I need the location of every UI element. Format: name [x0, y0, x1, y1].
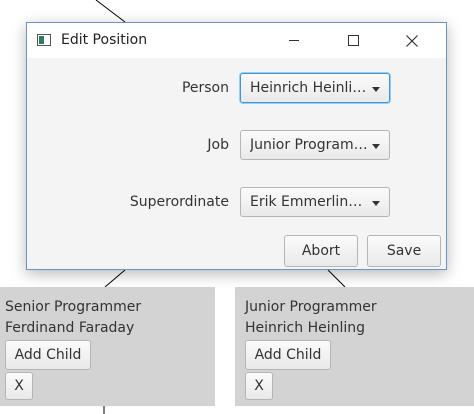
dropdown-arrow-icon	[372, 87, 380, 92]
dialog-title: Edit Position	[61, 32, 148, 48]
save-button[interactable]: Save	[367, 235, 441, 267]
add-child-button[interactable]: Add Child	[5, 340, 91, 370]
org-node-senior-programmer: Senior Programmer Ferdinand Faraday Add …	[0, 287, 215, 406]
superordinate-combobox[interactable]: Erik Emmerling T...	[240, 187, 390, 217]
connector-line-left	[104, 269, 126, 288]
add-child-button[interactable]: Add Child	[245, 340, 331, 370]
dropdown-arrow-icon	[372, 201, 380, 206]
app-window-icon	[37, 34, 51, 46]
minimize-button[interactable]	[271, 23, 317, 58]
maximize-button[interactable]	[330, 23, 376, 58]
abort-button[interactable]: Abort	[284, 235, 358, 267]
maximize-icon	[347, 35, 359, 46]
dialog-titlebar[interactable]: Edit Position	[27, 23, 446, 58]
close-button[interactable]	[389, 23, 435, 58]
edit-position-dialog: Edit Position Person Heinrich Heinling J…	[26, 22, 447, 270]
superordinate-label: Superordinate	[129, 194, 229, 210]
person-label: Person	[181, 80, 229, 96]
org-node-junior-programmer: Junior Programmer Heinrich Heinling Add …	[235, 287, 474, 406]
connector-line-right	[327, 269, 346, 288]
node-person-name: Ferdinand Faraday	[5, 320, 135, 336]
node-job-title: Senior Programmer	[5, 299, 142, 315]
person-combobox-value: Heinrich Heinling	[250, 80, 369, 96]
remove-node-button[interactable]: X	[5, 372, 33, 400]
close-icon	[406, 34, 418, 47]
person-combobox[interactable]: Heinrich Heinling	[240, 73, 390, 103]
job-label: Job	[207, 137, 229, 153]
superordinate-combobox-value: Erik Emmerling T...	[250, 194, 369, 210]
job-combobox[interactable]: Junior Programmer	[240, 130, 390, 160]
dropdown-arrow-icon	[372, 144, 380, 149]
node-person-name: Heinrich Heinling	[245, 320, 366, 336]
job-combobox-value: Junior Programmer	[250, 137, 369, 153]
connector-line-top	[95, 0, 126, 23]
node-job-title: Junior Programmer	[245, 299, 377, 315]
minimize-icon	[289, 40, 299, 41]
remove-node-button[interactable]: X	[245, 372, 273, 400]
